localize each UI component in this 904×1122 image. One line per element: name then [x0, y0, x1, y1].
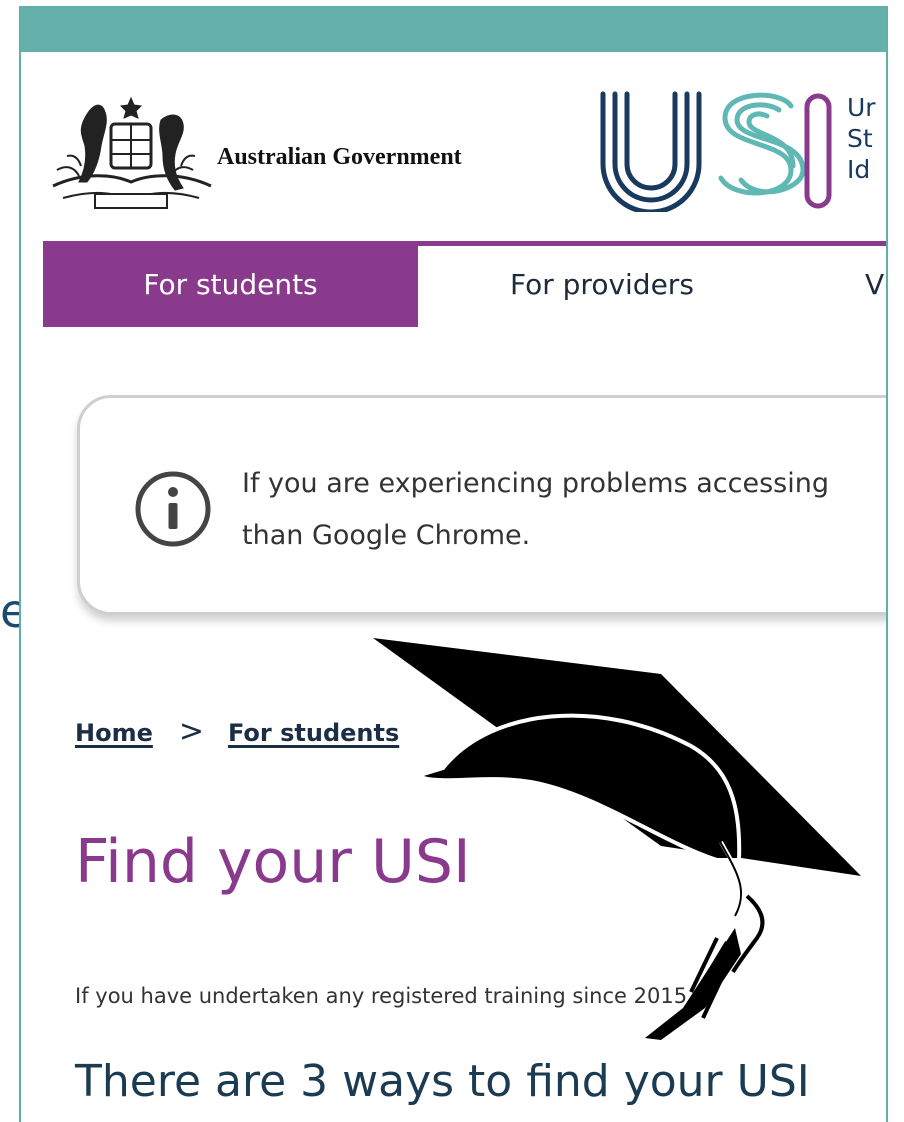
breadcrumb-separator: >: [178, 714, 204, 749]
info-icon: [135, 471, 211, 547]
coat-of-arms-icon: [52, 96, 212, 209]
browser-screenshot-frame: Australian Government Ur St Id For stude…: [19, 6, 888, 1122]
usi-name-line-2: St: [847, 124, 873, 153]
alert-message-line-1: If you are experiencing problems accessi…: [242, 468, 829, 499]
usi-full-name: Ur St Id: [847, 92, 886, 185]
usi-logo-icon: [600, 91, 832, 212]
graduation-cap-icon: [373, 638, 861, 1040]
usi-name-line-1: Ur: [847, 93, 876, 122]
tab-for-providers[interactable]: For providers: [510, 241, 694, 322]
alert-message-line-2: than Google Chrome.: [242, 520, 531, 551]
breadcrumb-home-link[interactable]: Home: [75, 719, 153, 747]
breadcrumb: Home > For students: [75, 714, 399, 749]
tab-for-students[interactable]: For students: [43, 241, 418, 327]
info-alert: If you are experiencing problems accessi…: [77, 395, 886, 615]
top-bar: [21, 8, 886, 52]
section-heading: There are 3 ways to find your USI: [75, 1056, 810, 1107]
alert-message: If you are experiencing problems accessi…: [242, 458, 886, 562]
government-name: Australian Government: [217, 144, 462, 170]
tab-truncated[interactable]: V: [865, 241, 884, 322]
page: e Australian Government Ur St Id For stu…: [0, 0, 904, 1122]
main-nav: For students For providers V: [43, 241, 886, 327]
usi-name-line-3: Id: [847, 155, 871, 184]
